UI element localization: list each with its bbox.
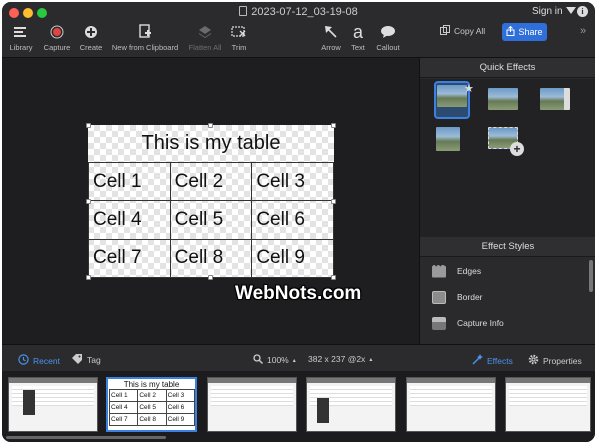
scrollbar[interactable]: [589, 260, 593, 292]
library-icon: [6, 22, 36, 42]
watermark: WebNots.com: [235, 283, 362, 304]
table-cell: Cell 3: [251, 161, 334, 202]
table-row: Cell 7 Cell 8 Cell 9: [88, 238, 334, 279]
zoom-control[interactable]: 100% ▴: [253, 354, 296, 366]
quick-effect-thumb[interactable]: [488, 88, 518, 110]
add-effect-icon[interactable]: +: [510, 142, 524, 156]
text-tool[interactable]: a Text: [348, 21, 368, 53]
trim-button[interactable]: Trim: [228, 22, 250, 52]
create-button[interactable]: Create: [76, 22, 106, 52]
new-from-clipboard-button[interactable]: New from Clipboard: [108, 22, 182, 52]
callout-icon: [372, 22, 404, 42]
share-button[interactable]: Share: [502, 23, 547, 41]
effect-style-border[interactable]: Border: [420, 284, 595, 310]
sign-in-menu[interactable]: Sign in: [532, 6, 576, 17]
info-icon[interactable]: i: [577, 6, 588, 17]
capture-info-icon: [432, 316, 446, 330]
caret-down-icon: [565, 7, 576, 14]
properties-tab[interactable]: Properties: [528, 354, 582, 367]
table: Cell 1 Cell 2 Cell 3 Cell 4 Cell 5 Cell …: [88, 161, 334, 279]
app-window: 2023-07-12_03-19-08 Library Capture Crea…: [2, 2, 595, 442]
editor-canvas[interactable]: This is my table Cell 1 Cell 2 Cell 3 Ce…: [2, 58, 418, 344]
trim-icon: [228, 22, 250, 42]
caret-up-down-icon: ▴: [369, 356, 373, 363]
table-row: Cell 1 Cell 2 Cell 3: [88, 161, 334, 202]
capture-thumbnail[interactable]: [207, 377, 297, 432]
clock-icon: [18, 354, 29, 367]
table-cell: Cell 5: [169, 200, 253, 240]
bottom-bar: Recent Tag 100% ▴ 382 x 237 @2x ▴ Effect…: [2, 344, 595, 371]
capture-button[interactable]: Capture: [40, 22, 74, 52]
arrow-tool[interactable]: Arrow: [318, 22, 344, 52]
document-icon: [239, 6, 248, 16]
text-icon: a: [352, 21, 363, 42]
window-title: 2023-07-12_03-19-08: [2, 6, 595, 18]
quick-effect-thumb[interactable]: [540, 88, 570, 110]
thumb-table: Cell 1 Cell 2 Cell 3 Cell 4 Cell 5 Cell 6 Ce…: [108, 389, 195, 426]
star-icon[interactable]: ★: [464, 82, 474, 95]
table-cell: Cell 2: [169, 161, 253, 202]
capture-thumbnail-selected[interactable]: This is my table Cell 1 Cell 2 Cell 3 Cell…: [106, 377, 197, 432]
copy-icon: [440, 25, 450, 37]
effect-style-edges[interactable]: Edges: [420, 258, 595, 284]
effects-panel: Quick Effects ★ + Effect Styles Edges Bo…: [419, 58, 595, 344]
effects-tab[interactable]: Effects: [472, 354, 513, 367]
layers-icon: [186, 22, 224, 42]
arrow-icon: [318, 22, 344, 42]
resize-handle[interactable]: [86, 275, 91, 280]
table-title: This is my table: [141, 132, 281, 154]
plus-circle-icon: [76, 22, 106, 42]
table-cell: Cell 9: [251, 238, 334, 279]
thumb-title: This is my table: [123, 380, 180, 389]
resize-handle[interactable]: [331, 199, 336, 204]
magic-wand-icon: [472, 354, 483, 367]
quick-effects-grid: ★ +: [420, 79, 595, 237]
filmstrip-scrollbar[interactable]: [6, 436, 166, 439]
table-cell: Cell 8: [169, 238, 253, 279]
resize-handle[interactable]: [208, 123, 213, 128]
resize-handle[interactable]: [86, 123, 91, 128]
gear-icon: [528, 354, 539, 367]
copy-all-button[interactable]: Copy All: [440, 25, 485, 37]
resize-handle[interactable]: [331, 275, 336, 280]
share-icon: [506, 25, 515, 38]
capture-thumbnail[interactable]: [505, 377, 591, 432]
toolbar: 2023-07-12_03-19-08 Library Capture Crea…: [2, 2, 595, 58]
table-row: Cell 4 Cell 5 Cell 6: [88, 200, 334, 240]
flatten-all-button[interactable]: Flatten All: [186, 22, 224, 52]
quick-effect-thumb[interactable]: [436, 127, 460, 151]
quick-effect-thumb: [437, 85, 467, 107]
table-cell: Cell 1: [88, 161, 171, 202]
image-dimensions[interactable]: 382 x 237 @2x ▴: [308, 354, 372, 364]
library-button[interactable]: Library: [6, 22, 36, 52]
capture-thumbnail[interactable]: [8, 377, 98, 432]
chevron-right-icon[interactable]: »: [580, 25, 586, 37]
recent-captures-filmstrip: This is my table Cell 1 Cell 2 Cell 3 Cell…: [2, 371, 595, 442]
recent-button[interactable]: Recent: [18, 354, 60, 367]
callout-tool[interactable]: Callout: [372, 22, 404, 52]
effect-styles-list: Edges Border Capture Info: [420, 258, 595, 336]
capture-thumbnail[interactable]: [406, 377, 496, 432]
record-icon: [40, 22, 74, 42]
magnifier-icon: [253, 354, 263, 366]
tag-icon: [72, 354, 83, 366]
effect-styles-header: Effect Styles: [420, 237, 595, 257]
edges-icon: [432, 264, 446, 278]
tag-button[interactable]: Tag: [72, 354, 101, 366]
caret-up-down-icon: ▴: [292, 357, 296, 364]
effect-style-capture-info[interactable]: Capture Info: [420, 310, 595, 336]
table-cell: Cell 6: [251, 200, 334, 240]
capture-thumbnail[interactable]: [306, 377, 396, 432]
new-document-icon: [108, 22, 182, 42]
resize-handle[interactable]: [86, 199, 91, 204]
table-cell: Cell 4: [88, 200, 171, 240]
table-cell: Cell 7: [88, 238, 171, 279]
border-icon: [432, 290, 446, 304]
resize-handle[interactable]: [208, 275, 213, 280]
captured-image[interactable]: This is my table Cell 1 Cell 2 Cell 3 Ce…: [88, 125, 334, 279]
resize-handle[interactable]: [331, 123, 336, 128]
quick-effects-header: Quick Effects: [420, 58, 595, 78]
